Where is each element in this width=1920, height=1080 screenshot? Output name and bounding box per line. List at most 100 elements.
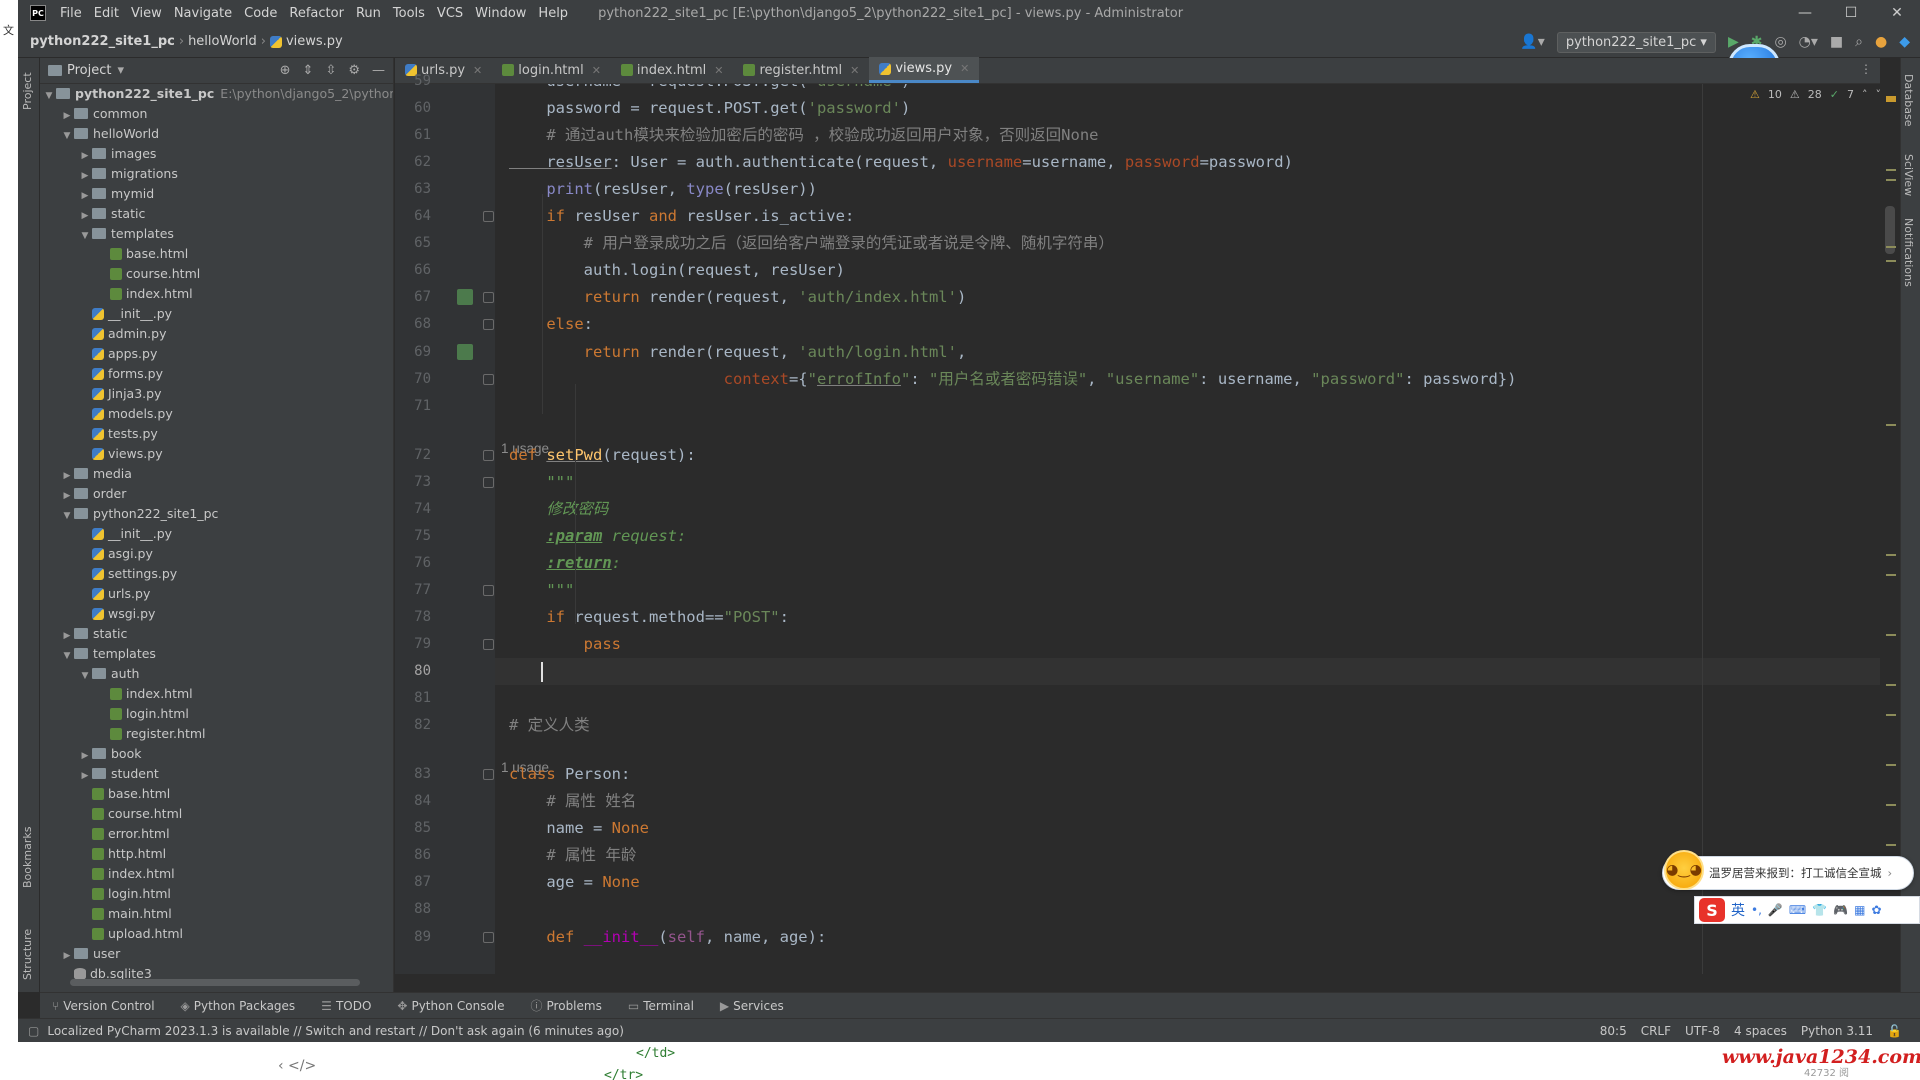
editor-tab[interactable]: index.html ✕ <box>611 57 734 83</box>
hide-icon[interactable]: — <box>372 63 385 78</box>
jetbrains-icon[interactable]: ◆ <box>1899 34 1910 50</box>
tree-node[interactable]: Jinja3.py <box>40 384 393 404</box>
maximize-icon[interactable]: ☐ <box>1828 5 1874 21</box>
fold-marker-icon[interactable] <box>483 931 494 943</box>
tree-node[interactable]: upload.html <box>40 924 393 944</box>
more-tabs-icon[interactable]: ⋮ <box>1860 62 1872 76</box>
tree-node[interactable]: course.html <box>40 264 393 284</box>
chevron-right-icon[interactable]: ▶ <box>60 466 74 486</box>
bookmarks-tool-button[interactable]: Bookmarks <box>21 827 34 888</box>
sciview-tool-button[interactable]: SciView <box>1902 154 1915 196</box>
tree-node[interactable]: wsgi.py <box>40 604 393 624</box>
close-icon[interactable]: ✕ <box>1874 5 1920 21</box>
tool-window-button[interactable]: ▶ Services <box>720 999 784 1013</box>
tree-node[interactable]: __init__.py <box>40 524 393 544</box>
notifications-tool-button[interactable]: Notifications <box>1902 218 1915 287</box>
run-configuration-select[interactable]: python222_site1_pc ▾ <box>1556 31 1716 53</box>
sogou-logo-icon[interactable]: S <box>1699 898 1725 922</box>
skin-icon[interactable]: 👕 <box>1812 903 1827 917</box>
tool-window-button[interactable]: ⓘ Problems <box>531 997 602 1014</box>
chevron-right-icon[interactable]: ▶ <box>78 166 92 186</box>
menu-file[interactable]: File <box>54 6 88 21</box>
tree-node[interactable]: ▶ static <box>40 204 393 224</box>
fold-marker-icon[interactable] <box>483 373 494 385</box>
chevron-right-icon[interactable]: ▶ <box>78 186 92 206</box>
tool-window-button[interactable]: ☰ TODO <box>321 999 371 1013</box>
punctuation-icon[interactable]: •, <box>1751 903 1762 917</box>
tree-node[interactable]: tests.py <box>40 424 393 444</box>
tree-node[interactable]: error.html <box>40 824 393 844</box>
fold-marker-icon[interactable] <box>483 292 494 304</box>
locate-icon[interactable]: ⊕ <box>280 63 291 78</box>
database-tool-button[interactable]: Database <box>1902 74 1915 127</box>
template-link-icon[interactable] <box>457 289 473 306</box>
menu-run[interactable]: Run <box>350 6 387 21</box>
tree-node[interactable]: ▶ common <box>40 104 393 124</box>
indent-setting[interactable]: 4 spaces <box>1734 1024 1787 1038</box>
tool-window-button[interactable]: ◈ Python Packages <box>181 999 296 1013</box>
caret-position[interactable]: 80:5 <box>1600 1024 1627 1038</box>
status-message[interactable]: Localized PyCharm 2023.1.3 is available … <box>47 1024 624 1038</box>
menu-navigate[interactable]: Navigate <box>168 6 238 21</box>
tree-node[interactable]: ▶ student <box>40 764 393 784</box>
tree-node[interactable]: forms.py <box>40 364 393 384</box>
tree-node[interactable]: models.py <box>40 404 393 424</box>
settings-icon[interactable]: ✿ <box>1871 903 1881 917</box>
lock-icon[interactable]: 🔓 <box>1887 1024 1902 1038</box>
fold-marker-icon[interactable] <box>483 769 494 781</box>
update-icon[interactable]: ● <box>1875 34 1887 50</box>
tree-node[interactable]: ▼ templates <box>40 224 393 244</box>
grid-icon[interactable]: ▦ <box>1854 903 1865 917</box>
chevron-down-icon[interactable]: ▼ <box>60 646 74 666</box>
tree-node[interactable]: index.html <box>40 284 393 304</box>
fold-marker-icon[interactable] <box>483 584 494 596</box>
keyboard-icon[interactable]: ⌨ <box>1789 903 1806 917</box>
tree-node[interactable]: index.html <box>40 684 393 704</box>
chevron-down-icon[interactable]: ▼ <box>60 126 74 146</box>
ime-mascot-icon[interactable]: ◕‿◕ <box>1664 850 1704 890</box>
tool-window-button[interactable]: ⑂ Version Control <box>52 999 155 1013</box>
menu-view[interactable]: View <box>125 6 168 21</box>
tree-node[interactable]: admin.py <box>40 324 393 344</box>
tree-node[interactable]: ▶ static <box>40 624 393 644</box>
tree-node[interactable]: ▶ images <box>40 144 393 164</box>
chevron-right-icon[interactable]: ▶ <box>78 746 92 766</box>
tree-node[interactable]: views.py <box>40 444 393 464</box>
tree-node[interactable]: apps.py <box>40 344 393 364</box>
game-icon[interactable]: 🎮 <box>1833 903 1848 917</box>
chevron-right-icon[interactable]: ▶ <box>60 106 74 126</box>
tree-node[interactable]: urls.py <box>40 584 393 604</box>
tree-node[interactable]: base.html <box>40 784 393 804</box>
menu-help[interactable]: Help <box>532 6 574 21</box>
user-icon[interactable]: 👤▾ <box>1520 34 1544 50</box>
tree-node[interactable]: base.html <box>40 244 393 264</box>
fold-marker-icon[interactable] <box>483 211 494 223</box>
tree-node[interactable]: register.html <box>40 724 393 744</box>
warning-stripe[interactable] <box>1886 96 1896 102</box>
menu-refactor[interactable]: Refactor <box>283 6 350 21</box>
tree-node[interactable]: main.html <box>40 904 393 924</box>
code-editor[interactable]: username = request.POST.get('username') … <box>495 84 1880 974</box>
ime-indicator[interactable]: 文 <box>3 22 14 38</box>
tree-horizontal-scrollbar[interactable] <box>70 979 360 986</box>
chevron-right-icon[interactable]: ▶ <box>78 206 92 226</box>
interpreter[interactable]: Python 3.11 <box>1801 1024 1873 1038</box>
close-tab-icon[interactable]: ✕ <box>592 64 601 77</box>
inspection-widget[interactable]: ⚠ 10 ⚠ 28 ✓ 7 ˄ ˅ <box>1750 88 1881 106</box>
chevron-right-icon[interactable]: ▶ <box>60 626 74 646</box>
menu-tools[interactable]: Tools <box>387 6 431 21</box>
breadcrumb-app[interactable]: helloWorld <box>188 34 257 49</box>
tree-node[interactable]: ▼ python222_site1_pc <box>40 504 393 524</box>
chevron-down-icon[interactable]: ▼ <box>60 506 74 526</box>
tree-node[interactable]: http.html <box>40 844 393 864</box>
template-link-icon[interactable] <box>457 343 473 360</box>
close-tab-icon[interactable]: ✕ <box>714 64 723 77</box>
menu-edit[interactable]: Edit <box>88 6 125 21</box>
tree-node[interactable]: ▶ migrations <box>40 164 393 184</box>
chevron-down-icon[interactable]: ▼ <box>42 86 56 106</box>
tree-node[interactable]: course.html <box>40 804 393 824</box>
profile-icon[interactable]: ◔▾ <box>1799 34 1818 50</box>
coverage-icon[interactable]: ◎ <box>1774 34 1786 50</box>
chevron-down-icon[interactable]: ▼ <box>78 666 92 686</box>
close-tab-icon[interactable]: ✕ <box>473 64 482 77</box>
